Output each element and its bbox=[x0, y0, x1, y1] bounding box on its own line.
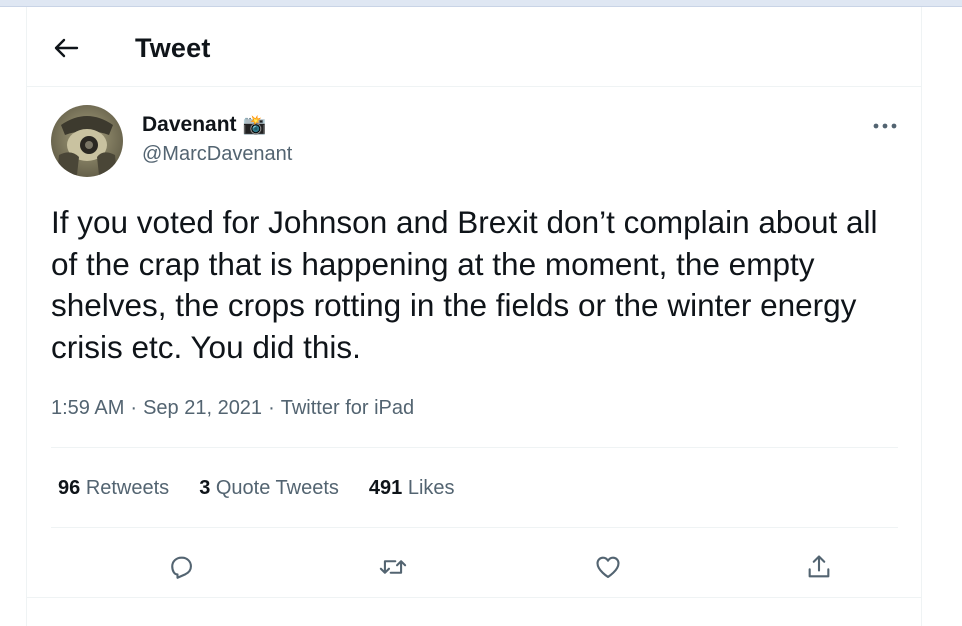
likes-count: 491 bbox=[368, 477, 403, 499]
retweet-icon bbox=[379, 560, 407, 574]
share-button[interactable] bbox=[799, 547, 839, 587]
share-icon bbox=[808, 555, 830, 578]
camera-flash-emoji: 📸 bbox=[242, 115, 267, 136]
quote-tweets-stat[interactable]: 3 Quote Tweets bbox=[199, 477, 339, 500]
arrow-left-icon bbox=[54, 38, 79, 58]
like-button[interactable] bbox=[588, 547, 628, 587]
tweet-text: If you voted for Johnson and Brexit don’… bbox=[51, 204, 878, 365]
likes-stat[interactable]: 491 Likes bbox=[369, 477, 455, 500]
meta-separator: · bbox=[130, 397, 138, 419]
reply-button[interactable] bbox=[161, 547, 201, 587]
tweet-source[interactable]: Twitter for iPad bbox=[281, 397, 414, 420]
back-button[interactable] bbox=[47, 31, 85, 65]
retweets-label: Retweets bbox=[85, 477, 170, 499]
quote-tweets-count: 3 bbox=[199, 477, 211, 499]
more-icon bbox=[873, 123, 897, 129]
reply-icon bbox=[171, 556, 192, 579]
avatar[interactable] bbox=[51, 105, 123, 177]
retweets-count: 96 bbox=[58, 477, 81, 499]
more-options-button[interactable] bbox=[865, 111, 905, 141]
tweet-column: Tweet Davenant 📸 @MarcDavenant If you vo… bbox=[26, 7, 922, 626]
quote-tweets-label: Quote Tweets bbox=[215, 477, 339, 499]
avatar-image bbox=[51, 105, 123, 177]
like-icon bbox=[596, 556, 620, 578]
retweets-stat[interactable]: 96 Retweets bbox=[58, 477, 169, 500]
browser-top-strip bbox=[0, 0, 962, 7]
divider bbox=[27, 597, 921, 598]
author-name-row[interactable]: Davenant 📸 bbox=[142, 113, 266, 137]
likes-label: Likes bbox=[407, 477, 455, 499]
divider bbox=[51, 447, 898, 448]
tweet-date[interactable]: Sep 21, 2021 bbox=[143, 397, 262, 420]
meta-separator: · bbox=[268, 397, 275, 419]
tweet-actions bbox=[51, 539, 898, 597]
retweet-button[interactable] bbox=[373, 547, 413, 587]
page-title: Tweet bbox=[135, 33, 211, 63]
author-handle[interactable]: @MarcDavenant bbox=[142, 143, 292, 166]
tweet-time[interactable]: 1:59 AM bbox=[51, 397, 124, 420]
divider bbox=[51, 527, 898, 528]
tweet-meta: 1:59 AM · Sep 21, 2021 · Twitter for iPa… bbox=[51, 397, 414, 420]
author-name: Davenant bbox=[142, 113, 237, 136]
page-header: Tweet bbox=[27, 7, 921, 87]
tweet-stats: 96 Retweets 3 Quote Tweets 491 Likes bbox=[58, 477, 455, 500]
